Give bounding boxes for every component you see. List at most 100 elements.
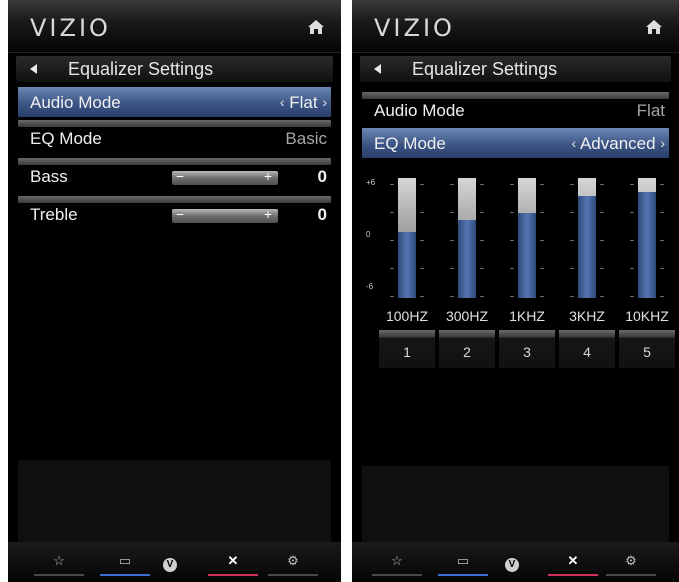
chevron-left-icon[interactable]: ‹	[280, 94, 285, 110]
band-number-cell[interactable]: 2	[439, 330, 495, 368]
audio-mode-label: Audio Mode	[374, 101, 465, 120]
eq-tick	[420, 184, 424, 185]
eq-band-slider[interactable]	[376, 172, 428, 304]
band-frequency-label: 1KHZ	[509, 308, 545, 324]
chevron-left-icon[interactable]: ‹	[572, 135, 577, 151]
vizio-menu-button[interactable]: V	[150, 554, 190, 578]
eq-tick	[390, 268, 394, 269]
page-title: Equalizer Settings	[68, 59, 214, 79]
back-arrow-icon[interactable]	[30, 64, 37, 74]
equalizer-panel-basic: VIZIO Equalizer Settings Audio Mode ‹ Fl…	[8, 0, 341, 582]
eq-tick	[510, 184, 514, 185]
close-icon: ✕	[227, 553, 239, 568]
treble-value: 0	[317, 205, 327, 224]
eq-band-track[interactable]	[458, 178, 476, 298]
eq-band-level	[458, 220, 476, 298]
eq-band-slider[interactable]	[616, 172, 668, 304]
eq-tick	[540, 268, 544, 269]
eq-tick	[630, 268, 634, 269]
eq-tick	[630, 240, 634, 241]
eq-tick	[510, 268, 514, 269]
band-number-cell[interactable]: 5	[619, 330, 675, 368]
eq-tick	[480, 212, 484, 213]
band-number-label: 2	[463, 344, 471, 360]
menu-item-bass[interactable]: Bass − + 0	[18, 158, 331, 188]
eq-tick	[480, 268, 484, 269]
menu-item-eq-mode[interactable]: EQ Mode Basic	[18, 120, 331, 150]
settings-button[interactable]: ⚙	[606, 554, 656, 578]
menu-item-audio-mode[interactable]: Audio Mode Flat	[362, 92, 669, 122]
eq-band-track[interactable]	[638, 178, 656, 298]
chevron-right-icon[interactable]: ›	[660, 135, 665, 151]
eq-tick	[630, 212, 634, 213]
favorites-button[interactable]: ☆	[34, 554, 84, 578]
bass-slider[interactable]: − +	[172, 168, 278, 185]
vizio-v-icon: V	[505, 558, 519, 572]
top-bar: VIZIO	[352, 0, 679, 53]
eq-tick	[570, 212, 574, 213]
star-icon: ☆	[53, 553, 65, 568]
eq-mode-value[interactable]: ‹ Advanced ›	[572, 134, 666, 154]
eq-tick	[570, 268, 574, 269]
eq-band-slider[interactable]	[556, 172, 608, 304]
plus-icon: +	[263, 168, 272, 184]
eq-band-slider[interactable]	[436, 172, 488, 304]
eq-tick	[450, 296, 454, 297]
eq-tick	[630, 296, 634, 297]
eq-tick	[600, 296, 604, 297]
eq-band-track[interactable]	[518, 178, 536, 298]
screen-icon: ▭	[118, 553, 132, 568]
home-icon[interactable]	[307, 19, 325, 35]
eq-tick	[570, 240, 574, 241]
band-number-cell[interactable]: 1	[379, 330, 435, 368]
eq-tick	[630, 184, 634, 185]
gear-icon: ⚙	[625, 553, 637, 568]
minus-icon: −	[176, 206, 185, 222]
eq-mode-value: Basic	[285, 129, 327, 148]
eq-tick	[570, 184, 574, 185]
input-button[interactable]: ▭	[100, 554, 150, 578]
menu-title-bar[interactable]: Equalizer Settings	[360, 56, 671, 82]
vizio-menu-button[interactable]: V	[492, 554, 532, 578]
eq-band-track[interactable]	[578, 178, 596, 298]
eq-tick	[420, 240, 424, 241]
eq-mode-label: EQ Mode	[374, 134, 446, 153]
eq-tick	[540, 184, 544, 185]
eq-mode-label: EQ Mode	[30, 129, 102, 148]
menu-item-treble[interactable]: Treble − + 0	[18, 196, 331, 226]
minus-icon: −	[176, 168, 185, 184]
eq-band-level	[638, 192, 656, 298]
favorites-button[interactable]: ☆	[372, 554, 422, 578]
home-icon[interactable]	[645, 19, 663, 35]
back-arrow-icon[interactable]	[374, 64, 381, 74]
page-title: Equalizer Settings	[412, 59, 558, 79]
eq-band-track[interactable]	[398, 178, 416, 298]
input-button[interactable]: ▭	[438, 554, 488, 578]
eq-tick	[450, 184, 454, 185]
bottom-toolbar: ☆ ▭ V ✕ ⚙	[8, 542, 341, 582]
eq-tick	[480, 184, 484, 185]
eq-tick	[660, 212, 664, 213]
eq-tick	[510, 296, 514, 297]
top-bar: VIZIO	[8, 0, 341, 53]
settings-button[interactable]: ⚙	[268, 554, 318, 578]
close-button[interactable]: ✕	[208, 554, 258, 578]
menu-item-audio-mode[interactable]: Audio Mode ‹ Flat ›	[18, 87, 331, 117]
vizio-logo: VIZIO	[30, 14, 111, 42]
band-number-cell[interactable]: 3	[499, 330, 555, 368]
treble-slider[interactable]: − +	[172, 206, 278, 223]
band-frequency-label: 3KHZ	[569, 308, 605, 324]
menu-title-bar[interactable]: Equalizer Settings	[16, 56, 333, 82]
eq-band-level	[398, 232, 416, 298]
gear-icon: ⚙	[287, 553, 299, 568]
band-number-cell[interactable]: 4	[559, 330, 615, 368]
close-button[interactable]: ✕	[548, 554, 598, 578]
vizio-v-icon: V	[163, 558, 177, 572]
eq-band-slider[interactable]	[496, 172, 548, 304]
scale-max-label: +6	[366, 178, 376, 187]
menu-item-eq-mode[interactable]: EQ Mode ‹ Advanced ›	[362, 128, 669, 158]
chevron-right-icon[interactable]: ›	[322, 94, 327, 110]
eq-tick	[660, 240, 664, 241]
audio-mode-value[interactable]: ‹ Flat ›	[280, 93, 327, 113]
screen-icon: ▭	[456, 553, 470, 568]
